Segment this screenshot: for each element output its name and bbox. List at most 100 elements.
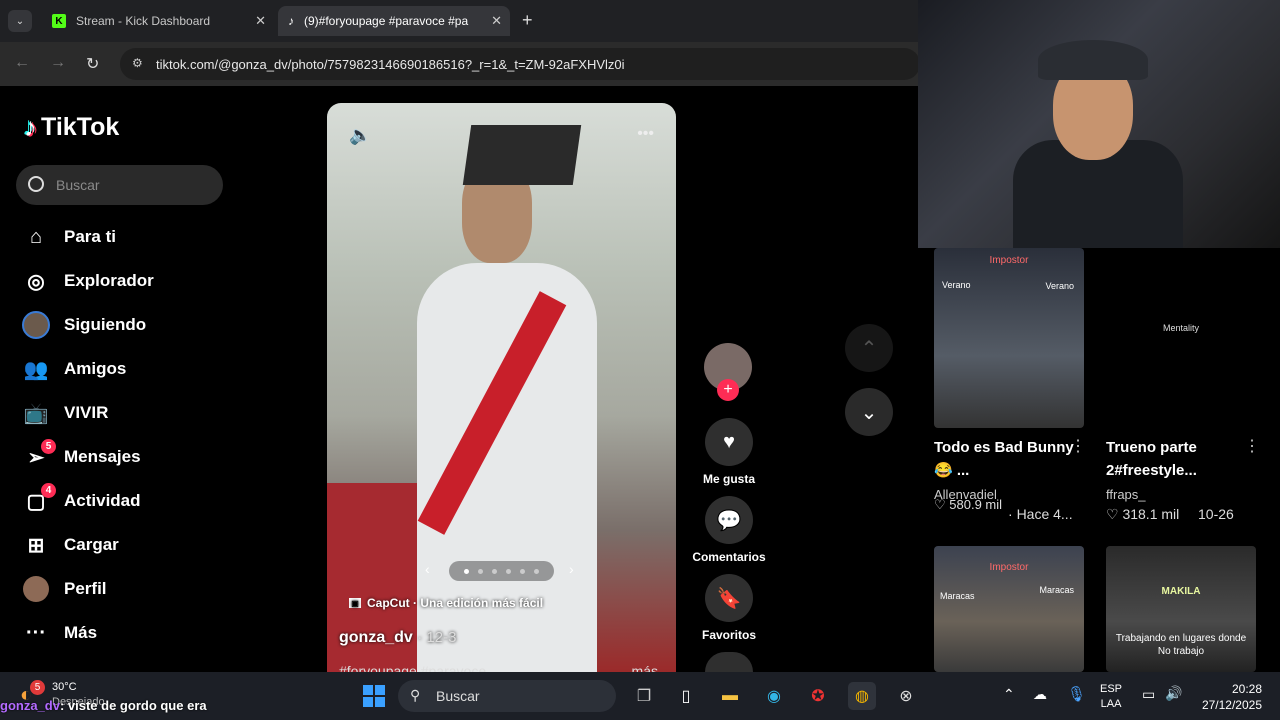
comments-button[interactable]: 💬 Comentarios [690,496,768,564]
card-title[interactable]: Todo es Bad Bunny 😂 ... [934,436,1074,482]
student-figure [417,263,597,672]
recommended-feed: Impostor Verano Verano Mentality Todo es… [918,248,1280,672]
sidebar-item-amigos[interactable]: 👥 Amigos [20,349,300,389]
options-icon[interactable]: ••• [637,125,654,143]
prev-slide-icon[interactable]: ‹ [425,561,430,577]
previous-post-button[interactable]: ⌃ [845,324,893,372]
url-field[interactable]: ⚙ tiktok.com/@gonza_dv/photo/75798231466… [120,48,920,80]
site-info-icon[interactable]: ⚙ [132,56,143,70]
feed-card[interactable]: Impostor Maracas Maracas [934,546,1084,672]
feed-card[interactable]: Impostor Verano Verano [934,248,1084,428]
onedrive-icon[interactable]: ☁ [1033,686,1047,703]
next-post-button[interactable]: ⌄ [845,388,893,436]
sidebar-item-para-ti[interactable]: ⌂ Para ti [20,217,300,257]
start-button[interactable] [360,682,388,710]
sidebar-item-label: Cargar [64,535,119,554]
post-author[interactable]: gonza_dv · 12-3 [339,629,456,647]
sidebar-item-actividad[interactable]: ▢ 4 Actividad [20,481,300,521]
card-title[interactable]: Trueno parte 2#freestyle... [1106,436,1246,482]
feed-card[interactable]: MAKILA Trabajando en lugares donde No tr… [1106,546,1256,672]
taskbar-search[interactable]: ⚲ Buscar [398,680,616,712]
language-indicator[interactable]: ESP LAA [1100,682,1122,712]
kick-icon: K [52,14,66,28]
network-icon[interactable]: ▭ [1142,686,1155,703]
sidebar-item-cargar[interactable]: ⊞ Cargar [20,525,300,565]
slide-dot [506,568,511,574]
card-date: · Hace 4... [1008,506,1073,522]
address-bar-row: ← → ↻ ⚙ tiktok.com/@gonza_dv/photo/75798… [0,42,920,86]
chevron-down-icon: ⌄ [860,401,878,424]
share-button[interactable] [705,652,753,672]
date-text: Hace 4... [1016,506,1073,522]
feed-card[interactable]: Mentality [1106,248,1256,428]
tab-list-button[interactable]: ⌄ [8,10,32,32]
sidebar-item-label: Siguiendo [64,315,147,334]
forward-icon[interactable]: → [50,54,66,72]
sidebar-item-label: Perfil [64,579,107,598]
volume-icon[interactable]: 🔊 [1165,685,1182,702]
chrome-icon[interactable]: ◍ [848,682,876,710]
back-icon[interactable]: ← [14,54,30,72]
sidebar-item-perfil[interactable]: Perfil [20,569,300,609]
profile-avatar-icon [20,573,52,605]
close-tab-icon[interactable]: ✕ [255,13,266,29]
lang-bottom: LAA [1100,698,1122,710]
card-overlay: Impostor [989,255,1029,266]
windows-icon [363,685,385,707]
clock[interactable]: 20:28 27/12/2025 [1196,681,1262,713]
reload-icon[interactable]: ↻ [86,54,99,74]
search-icon [28,176,44,192]
author-name: gonza_dv [339,629,413,646]
microphone-icon[interactable]: 🎙 [1067,685,1086,703]
live-icon: 📺 [23,402,49,425]
home-icon: ⌂ [29,225,43,248]
post-tags[interactable]: #foryoupage #paravoce [339,663,486,672]
sidebar-item-vivir[interactable]: 📺 VIVIR [20,393,300,433]
sidebar-item-label: Actividad [64,491,141,510]
favorites-button[interactable]: 🔖 Favoritos [690,574,768,642]
sidebar-item-explorador[interactable]: ◎ Explorador [20,261,300,301]
date-text: 10-26 [1198,506,1234,522]
next-slide-icon[interactable]: › [569,561,574,577]
card-menu-icon[interactable]: ⋮ [1244,436,1260,456]
volume-icon[interactable]: 🔈 [349,125,371,146]
sidebar-item-mensajes[interactable]: ➢ 5 Mensajes [20,437,300,477]
card-menu-icon[interactable]: ⋮ [1070,436,1086,456]
slide-dot [464,568,469,574]
file-explorer-icon[interactable]: ▬ [716,682,744,710]
file-icon[interactable]: ▯ [672,682,700,710]
tab-tiktok[interactable]: ♪ (9)#foryoupage #paravoce #pa ✕ [278,6,510,36]
card-label: Maracas [1039,585,1074,595]
capcut-link[interactable]: ▣ CapCut · Una edición más fácil [349,596,543,610]
tiktok-logo[interactable]: ♪ TikTok [24,112,119,143]
app-icon[interactable]: ✪ [804,682,832,710]
sidebar-item-label: Mensajes [64,447,141,466]
slide-dot [534,568,539,574]
edge-icon[interactable]: ◉ [760,682,788,710]
task-view-icon[interactable]: ❐ [630,682,658,710]
card-label: MAKILA [1161,586,1201,597]
like-button[interactable]: ♥ Me gusta [690,418,768,486]
browser-tab-bar: ⌄ K Stream - Kick Dashboard ✕ ♪ (9)#fory… [0,0,918,42]
capcut-icon: ▣ [349,598,361,608]
new-tab-button[interactable]: + [522,10,533,31]
messages-badge: 5 [41,439,56,454]
capcut-text: CapCut · Una edición más fácil [367,596,544,610]
sidebar-item-label: Para ti [64,227,116,246]
follow-plus-icon[interactable]: + [717,379,739,401]
compass-icon: ◎ [27,270,45,293]
obs-icon[interactable]: ⊗ [892,682,920,710]
photo-post[interactable]: 🔈 ••• ‹ › ▣ CapCut · Una edición más fáci… [327,103,676,672]
sidebar-item-siguiendo[interactable]: Siguiendo [20,305,300,345]
tab-kick-dashboard[interactable]: K Stream - Kick Dashboard ✕ [42,6,274,36]
more-link[interactable]: más [632,663,658,672]
card-author[interactable]: ffraps_ [1106,487,1146,502]
sidebar-item-mas[interactable]: ··· Más [20,613,300,653]
search-input[interactable]: Buscar [16,165,223,205]
streamer-cap [1038,40,1148,80]
tab-title: (9)#foryoupage #paravoce #pa [304,14,469,28]
comment-icon: 💬 [705,496,753,544]
close-tab-icon[interactable]: ✕ [491,13,502,29]
chevron-up-icon[interactable]: ⌃ [1003,686,1015,703]
taskbar-search-placeholder: Buscar [436,688,480,704]
